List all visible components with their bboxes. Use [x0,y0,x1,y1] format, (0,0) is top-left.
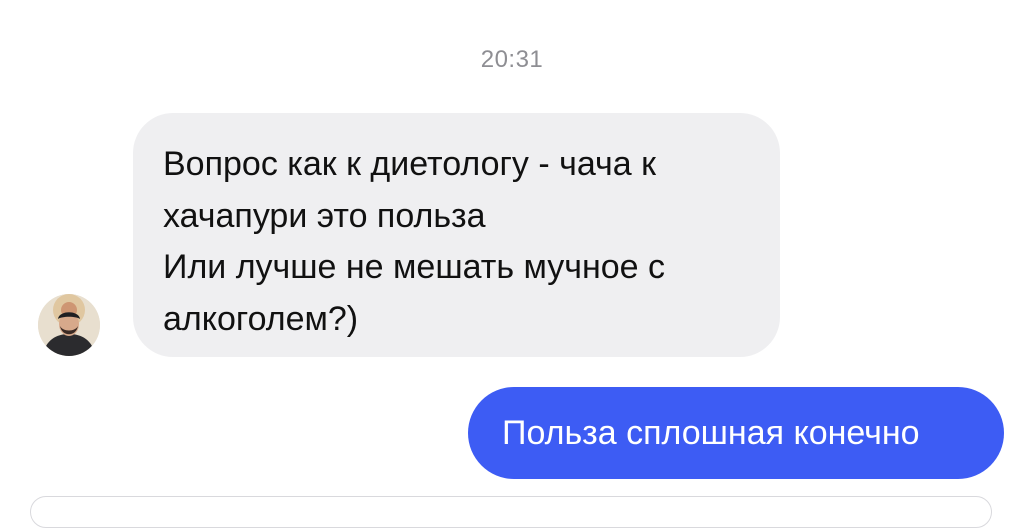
sender-avatar[interactable] [38,294,100,356]
timestamp: 20:31 [480,46,544,73]
incoming-message-line: хачапури это польза [163,196,486,235]
message-composer[interactable] [30,496,992,528]
outgoing-message-text: Польза сплошная конечно [502,414,920,452]
incoming-message-line: Или лучше не мешать мучное с [163,248,665,286]
outgoing-message-bubble[interactable]: Польза сплошная конечно [468,387,1004,479]
incoming-message-line: алкоголем?) [163,299,359,338]
incoming-message-bubble[interactable]: Вопрос как к диетологу - чача к хачапури… [133,113,780,357]
incoming-message-line: Вопрос как к диетологу - чача к [163,145,656,183]
user-avatar-photo-icon [38,294,100,356]
